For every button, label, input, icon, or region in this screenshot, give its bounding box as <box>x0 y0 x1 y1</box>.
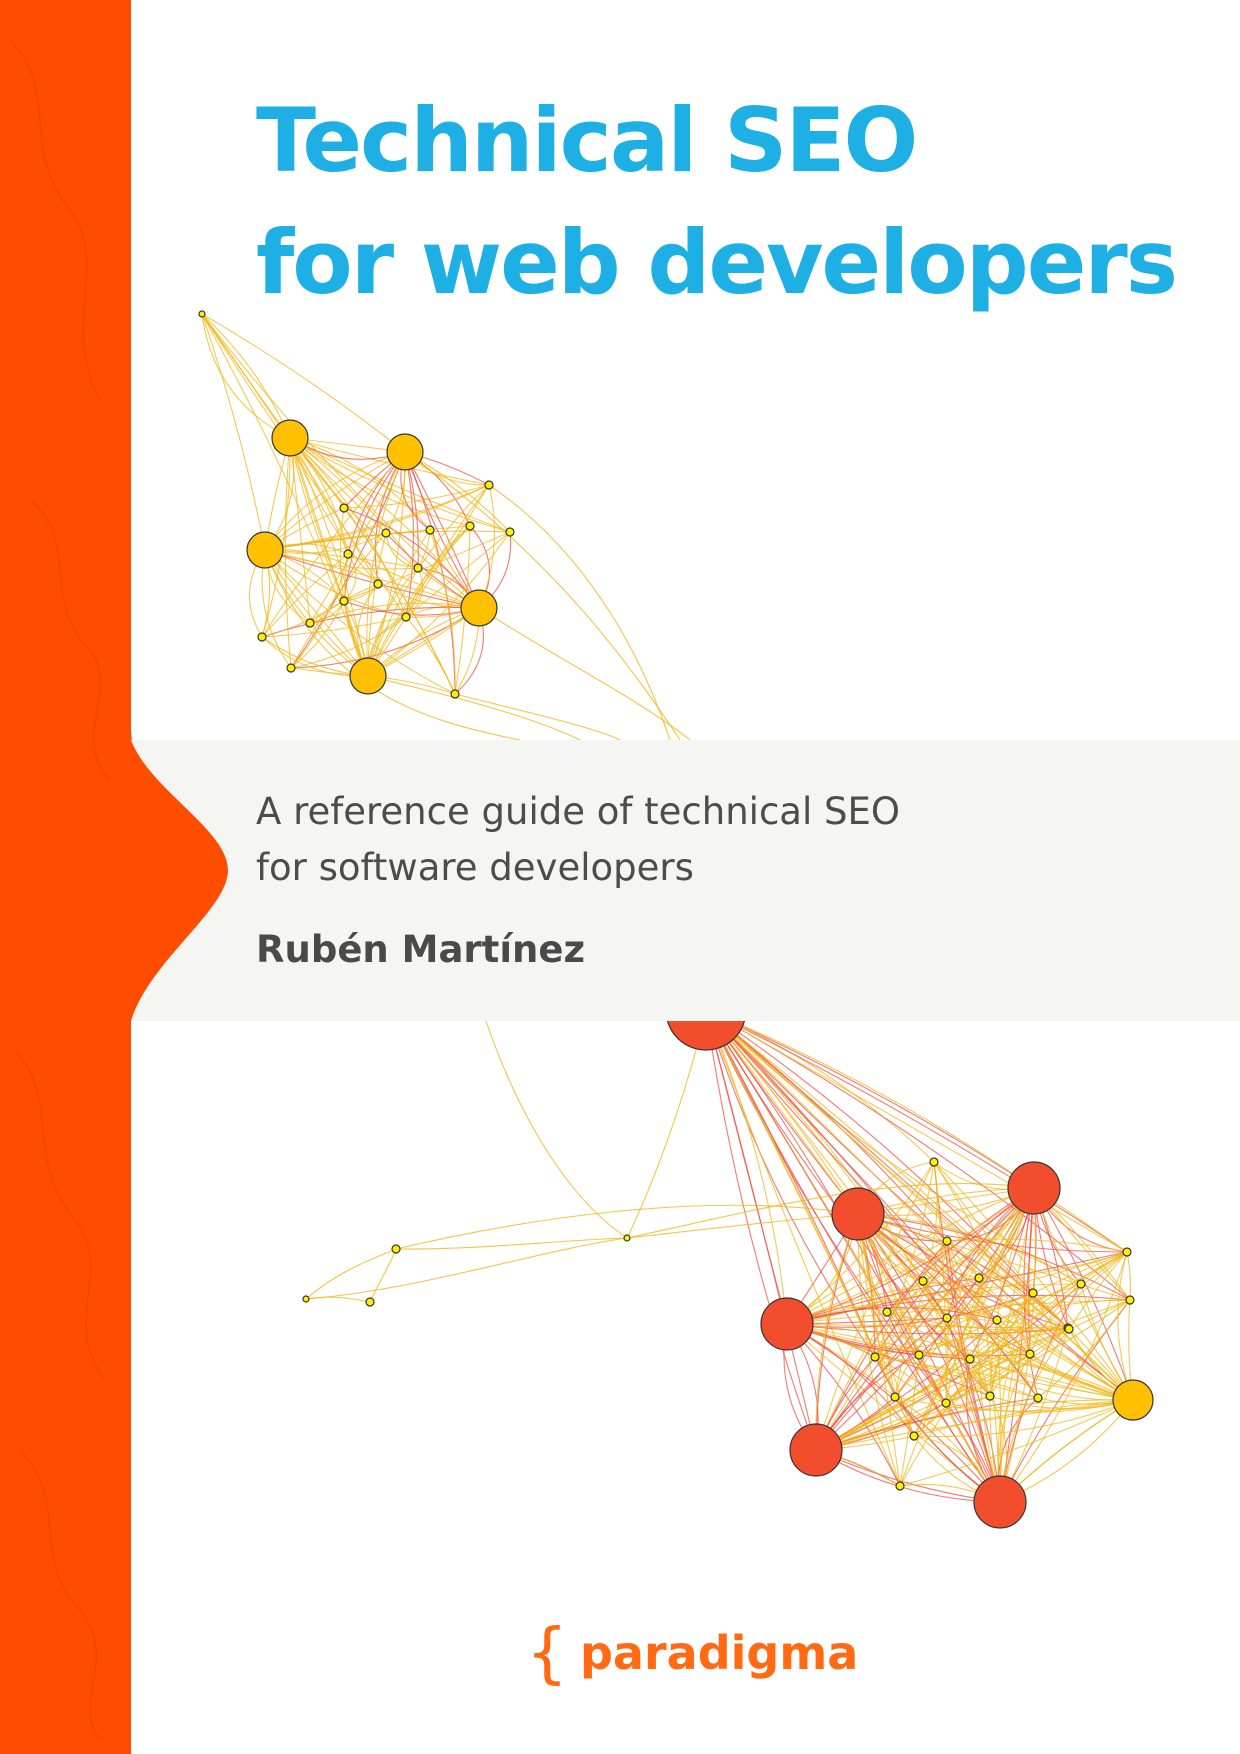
graph-node-icon <box>890 1392 900 1402</box>
graph-node-icon <box>198 310 206 318</box>
graph-node-icon <box>257 632 267 642</box>
graph-node-icon <box>425 525 435 535</box>
graph-node-icon <box>942 1313 952 1323</box>
graph-edge <box>488 484 671 741</box>
graph-node-icon <box>460 589 498 627</box>
graph-node-icon <box>965 1354 975 1364</box>
graph-node-icon <box>1025 1349 1035 1359</box>
graph-edge <box>454 693 621 741</box>
graph-edge <box>201 313 369 677</box>
graph-node-icon <box>831 1187 885 1241</box>
graph-edge <box>305 1248 397 1300</box>
graph-node-icon <box>339 596 349 606</box>
book-subtitle: A reference guide of technical SEO for s… <box>256 784 900 896</box>
graph-node-icon <box>941 1398 951 1408</box>
graph-node-icon <box>339 503 349 513</box>
publisher-logo: { paradigma <box>526 1618 858 1688</box>
book-cover: Technical SEO for web developers A refer… <box>0 0 1240 1754</box>
graph-node-icon <box>401 612 411 622</box>
graph-edge <box>705 1009 948 1319</box>
graph-edges <box>305 1009 1134 1503</box>
brace-icon: { <box>526 1614 568 1691</box>
graph-node-icon <box>1112 1379 1154 1421</box>
graph-node-icon <box>484 480 494 490</box>
graph-node-icon <box>1064 1324 1074 1334</box>
graph-edge <box>289 437 311 624</box>
graph-node-icon <box>1076 1279 1086 1289</box>
graph-edge <box>1126 1251 1132 1301</box>
graph-node-icon <box>918 1276 928 1286</box>
graph-node-icon <box>623 1234 631 1242</box>
graph-node-icon <box>909 1431 919 1441</box>
title-line-1: Technical SEO <box>256 89 918 192</box>
graph-edge <box>201 313 266 551</box>
graph-edge <box>815 1449 1001 1503</box>
graph-node-icon <box>1033 1393 1043 1403</box>
graph-node-icon <box>413 563 423 573</box>
graph-node-icon <box>349 657 387 695</box>
graph-node-icon <box>391 1244 401 1254</box>
graph-node-icon <box>895 1481 905 1491</box>
graph-node-icon <box>1122 1247 1132 1257</box>
graph-node-icon <box>302 1295 310 1303</box>
graph-node-icon <box>343 549 353 559</box>
graph-node-icon <box>992 1315 1002 1325</box>
network-graph-top <box>198 310 691 741</box>
graph-node-icon <box>870 1352 880 1362</box>
book-title: Technical SEO for web developers <box>256 80 1178 324</box>
graph-node-icon <box>882 1307 892 1317</box>
graph-node-icon <box>246 531 284 569</box>
graph-edge <box>478 607 691 741</box>
graph-node-icon <box>760 1297 814 1351</box>
subtitle-line-2: for software developers <box>256 846 694 889</box>
graph-node-icon <box>1028 1288 1038 1298</box>
network-graph-bottom <box>302 969 1154 1529</box>
title-line-2: for web developers <box>256 211 1178 314</box>
graph-node-icon <box>929 1157 939 1167</box>
graph-node-icon <box>942 1236 952 1246</box>
graph-edge <box>485 1020 628 1239</box>
graph-node-icon <box>450 689 460 699</box>
graph-edge <box>369 1248 397 1303</box>
graph-edges <box>201 313 691 741</box>
graph-node-icon <box>365 1297 375 1307</box>
author-name: Rubén Martínez <box>256 928 586 971</box>
graph-edge <box>815 1449 1001 1503</box>
graph-node-icon <box>985 1391 995 1401</box>
graph-node-icon <box>271 419 309 457</box>
graph-node-icon <box>305 618 315 628</box>
graph-node-icon <box>465 521 475 531</box>
graph-node-icon <box>286 663 296 673</box>
graph-node-icon <box>973 1475 1027 1529</box>
subtitle-line-1: A reference guide of technical SEO <box>256 790 900 833</box>
graph-edge <box>857 1187 1035 1215</box>
graph-node-icon <box>386 433 424 471</box>
graph-node-icon <box>914 1350 924 1360</box>
graph-node-icon <box>505 527 515 537</box>
publisher-name: paradigma <box>580 1626 859 1680</box>
graph-node-icon <box>373 579 383 589</box>
graph-edge <box>705 1009 901 1487</box>
graph-node-icon <box>974 1273 984 1283</box>
graph-node-icon <box>1007 1161 1061 1215</box>
graph-node-icon <box>1125 1295 1135 1305</box>
graph-node-icon <box>381 528 391 538</box>
graph-node-icon <box>789 1423 843 1477</box>
graph-edge <box>367 675 581 741</box>
